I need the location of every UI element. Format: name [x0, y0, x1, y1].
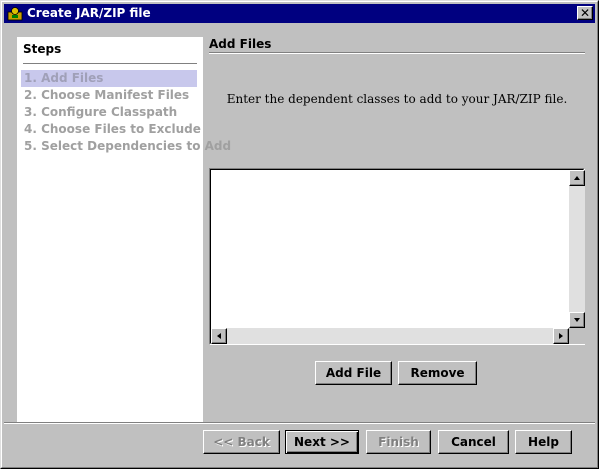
page-title: Add Files: [209, 37, 272, 51]
file-list[interactable]: [209, 168, 585, 345]
create-jar-zip-dialog: Create JAR/ZIP file ✕ Steps 1. Add Files…: [0, 0, 599, 469]
help-button-label: Help: [528, 435, 559, 449]
cancel-button-label: Cancel: [451, 435, 496, 449]
cancel-button[interactable]: Cancel: [438, 430, 509, 454]
vertical-scroll-track[interactable]: [569, 186, 585, 312]
arrow-up-icon: [574, 176, 580, 180]
scroll-right-button[interactable]: [553, 328, 569, 344]
close-button[interactable]: ✕: [577, 6, 593, 20]
steps-panel: Steps 1. Add Files 2. Choose Manifest Fi…: [17, 37, 231, 423]
steps-heading: Steps: [23, 42, 62, 56]
title-bar[interactable]: Create JAR/ZIP file ✕: [4, 4, 595, 23]
back-button[interactable]: << Back: [203, 430, 280, 454]
next-button[interactable]: Next >>: [285, 430, 359, 454]
file-list-area[interactable]: [211, 170, 569, 328]
instructions-text: Enter the dependent classes to add to yo…: [226, 92, 568, 106]
arrow-right-icon: [559, 333, 563, 339]
step-choose-manifest-files[interactable]: 2. Choose Manifest Files: [21, 87, 197, 104]
help-button[interactable]: Help: [515, 430, 572, 454]
remove-button[interactable]: Remove: [398, 361, 477, 385]
arrow-down-icon: [574, 318, 580, 322]
next-button-label: Next >>: [294, 435, 350, 449]
step-add-files[interactable]: 1. Add Files: [21, 70, 197, 87]
step-configure-classpath[interactable]: 3. Configure Classpath: [21, 104, 197, 121]
section-divider: [209, 52, 585, 53]
scroll-left-button[interactable]: [211, 328, 227, 344]
steps-divider: [23, 63, 197, 64]
step-choose-files-to-exclude[interactable]: 4. Choose Files to Exclude: [21, 121, 201, 138]
add-file-button[interactable]: Add File: [315, 361, 392, 385]
scroll-corner: [569, 328, 585, 344]
finish-button-label: Finish: [378, 435, 419, 449]
close-icon: ✕: [579, 6, 591, 20]
arrow-left-icon: [217, 333, 221, 339]
scroll-down-button[interactable]: [569, 312, 585, 328]
step-select-dependencies[interactable]: 5. Select Dependencies to Add: [21, 138, 231, 155]
window-title: Create JAR/ZIP file: [27, 6, 151, 20]
finish-button[interactable]: Finish: [366, 430, 431, 454]
scroll-up-button[interactable]: [569, 170, 585, 186]
app-icon: [7, 7, 23, 21]
back-button-label: << Back: [213, 435, 270, 449]
horizontal-scroll-track[interactable]: [227, 328, 553, 344]
footer-divider: [4, 422, 595, 423]
